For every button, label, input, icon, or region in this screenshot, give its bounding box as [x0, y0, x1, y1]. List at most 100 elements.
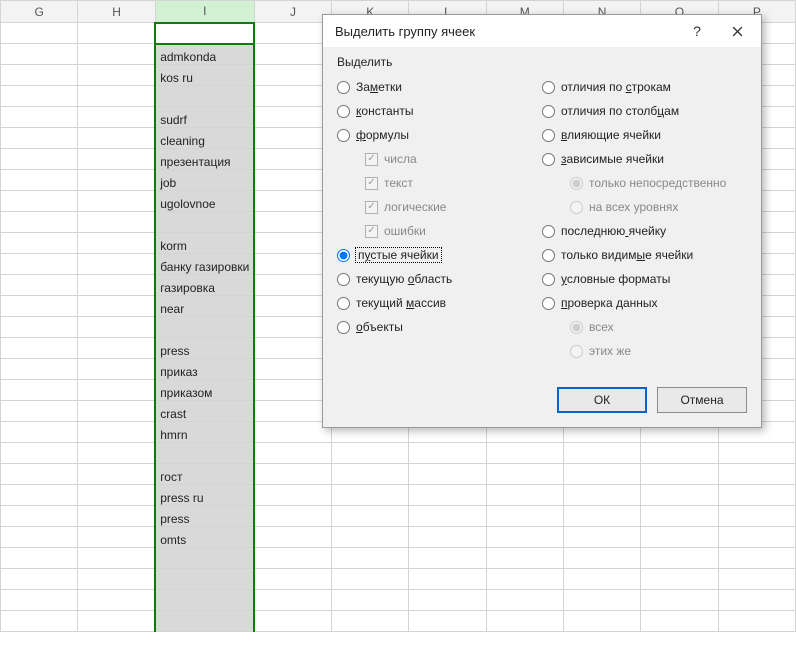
- cell[interactable]: [254, 422, 331, 443]
- radio-input[interactable]: [542, 153, 555, 166]
- cell[interactable]: [78, 107, 155, 128]
- cell[interactable]: [409, 485, 486, 506]
- cell[interactable]: [1, 422, 78, 443]
- cell[interactable]: [254, 317, 331, 338]
- cell[interactable]: [718, 569, 795, 590]
- cell[interactable]: [332, 464, 409, 485]
- cell[interactable]: [1, 254, 78, 275]
- cell[interactable]: гост: [155, 464, 254, 485]
- cell[interactable]: [409, 548, 486, 569]
- cell[interactable]: [1, 443, 78, 464]
- radio-input[interactable]: [337, 297, 350, 310]
- cell[interactable]: [78, 422, 155, 443]
- cell[interactable]: [486, 590, 563, 611]
- option-coldiff[interactable]: отличия по столбцам: [542, 99, 747, 123]
- cell[interactable]: [563, 485, 640, 506]
- cell[interactable]: [254, 443, 331, 464]
- cell[interactable]: [78, 464, 155, 485]
- cell[interactable]: [1, 44, 78, 65]
- cell[interactable]: [254, 191, 331, 212]
- option-constants[interactable]: константы: [337, 99, 542, 123]
- cell[interactable]: [1, 275, 78, 296]
- cell[interactable]: [1, 170, 78, 191]
- radio-input[interactable]: [337, 129, 350, 142]
- cell[interactable]: [563, 464, 640, 485]
- help-button[interactable]: ?: [677, 17, 717, 45]
- cell[interactable]: [78, 254, 155, 275]
- cell[interactable]: [409, 506, 486, 527]
- cell[interactable]: [1, 611, 78, 632]
- cell[interactable]: [718, 527, 795, 548]
- cell[interactable]: [78, 506, 155, 527]
- cell[interactable]: [486, 527, 563, 548]
- radio-input[interactable]: [542, 249, 555, 262]
- cell[interactable]: [1, 359, 78, 380]
- cell[interactable]: [1, 86, 78, 107]
- cell[interactable]: [718, 548, 795, 569]
- option-dependents[interactable]: зависимые ячейки: [542, 147, 747, 171]
- cell[interactable]: cleaning: [155, 128, 254, 149]
- cell[interactable]: [409, 590, 486, 611]
- cell[interactable]: [155, 86, 254, 107]
- option-condfmt[interactable]: условные форматы: [542, 267, 747, 291]
- cell[interactable]: [332, 590, 409, 611]
- cell[interactable]: [155, 548, 254, 569]
- cell[interactable]: [332, 611, 409, 632]
- cell[interactable]: [254, 149, 331, 170]
- cell[interactable]: [254, 359, 331, 380]
- cell[interactable]: [1, 128, 78, 149]
- cell[interactable]: [718, 443, 795, 464]
- cell[interactable]: [254, 233, 331, 254]
- cell[interactable]: [563, 506, 640, 527]
- cell[interactable]: [1, 296, 78, 317]
- cell[interactable]: [718, 485, 795, 506]
- cell[interactable]: [254, 590, 331, 611]
- cell[interactable]: [254, 275, 331, 296]
- cell[interactable]: [254, 23, 331, 44]
- cell[interactable]: [78, 401, 155, 422]
- cell[interactable]: [254, 44, 331, 65]
- cell[interactable]: [254, 506, 331, 527]
- cell[interactable]: crast: [155, 401, 254, 422]
- cell[interactable]: [641, 485, 718, 506]
- cell[interactable]: [78, 149, 155, 170]
- cell[interactable]: [1, 527, 78, 548]
- radio-input[interactable]: [542, 81, 555, 94]
- option-curarray[interactable]: текущий массив: [337, 291, 542, 315]
- cell[interactable]: [486, 485, 563, 506]
- cell[interactable]: [409, 527, 486, 548]
- cell[interactable]: [409, 443, 486, 464]
- radio-input[interactable]: [337, 81, 350, 94]
- cell[interactable]: [254, 254, 331, 275]
- cell[interactable]: [254, 527, 331, 548]
- cell[interactable]: [409, 569, 486, 590]
- cell[interactable]: [641, 527, 718, 548]
- cell[interactable]: [78, 23, 155, 44]
- radio-input[interactable]: [542, 297, 555, 310]
- cell[interactable]: [1, 338, 78, 359]
- column-header[interactable]: G: [1, 1, 78, 23]
- cell[interactable]: [563, 569, 640, 590]
- cell[interactable]: press: [155, 338, 254, 359]
- cell[interactable]: [563, 548, 640, 569]
- cell[interactable]: [486, 443, 563, 464]
- cell[interactable]: [563, 611, 640, 632]
- cell[interactable]: korm: [155, 233, 254, 254]
- cell[interactable]: [254, 464, 331, 485]
- cell[interactable]: [78, 611, 155, 632]
- cell[interactable]: [78, 380, 155, 401]
- cell[interactable]: press ru: [155, 485, 254, 506]
- cell[interactable]: [78, 275, 155, 296]
- cell[interactable]: [332, 443, 409, 464]
- cell[interactable]: [78, 443, 155, 464]
- cell[interactable]: [332, 506, 409, 527]
- radio-input[interactable]: [542, 273, 555, 286]
- cell[interactable]: [718, 464, 795, 485]
- cell[interactable]: [1, 401, 78, 422]
- cell[interactable]: ugolovnoe: [155, 191, 254, 212]
- cell[interactable]: [1, 107, 78, 128]
- cell[interactable]: sudrf: [155, 107, 254, 128]
- option-lastcell[interactable]: последнюю ячейку: [542, 219, 747, 243]
- cell[interactable]: [1, 590, 78, 611]
- radio-input[interactable]: [337, 273, 350, 286]
